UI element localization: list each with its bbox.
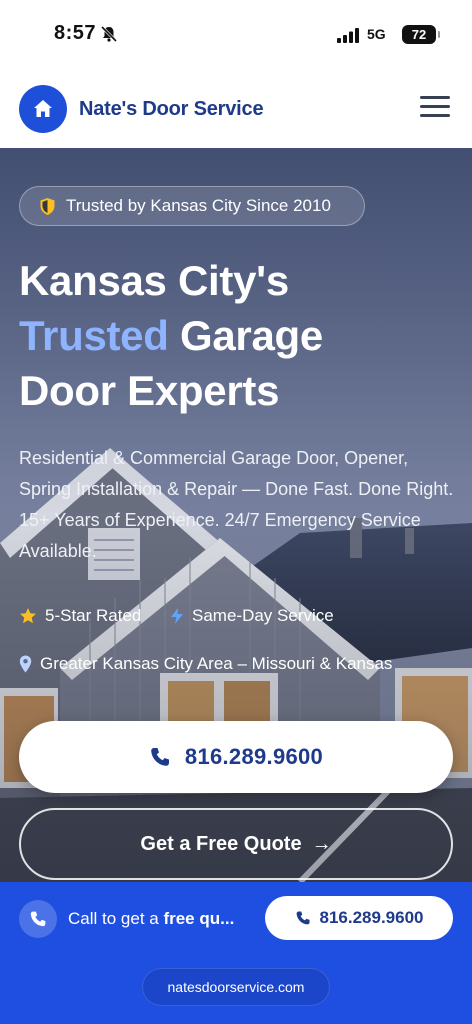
brand-name[interactable]: Nate's Door Service [79,98,264,121]
call-phone-button[interactable]: 816.289.9600 [19,721,453,793]
free-quote-label: Get a Free Quote [140,832,302,855]
logo[interactable] [19,85,67,133]
home-icon [34,100,52,117]
location-pin-icon [19,655,32,673]
sticky-call-text: Call to get a free qu... [68,909,234,929]
sticky-call-number: 816.289.9600 [319,908,424,927]
free-quote-button[interactable]: Get a Free Quote → [19,808,453,880]
star-icon [19,607,37,625]
sticky-text-bold: free qu... [163,909,235,928]
feature-rating: 5-Star Rated [19,606,141,626]
bell-muted-icon [100,25,118,43]
hero-headline: Kansas City's Trusted Garage Door Expert… [19,253,459,418]
feature-area: Greater Kansas City Area – Missouri & Ka… [19,654,392,674]
phone-icon [296,911,310,925]
shield-icon [40,197,55,215]
hero-section: Trusted by Kansas City Since 2010 Kansas… [0,148,472,882]
sticky-call-bar: Call to get a free qu... 816.289.9600 na… [0,882,472,1024]
feature-rating-label: 5-Star Rated [45,606,142,625]
trust-badge-label: Trusted by Kansas City Since 2010 [66,196,331,215]
feature-same-day: Same-Day Service [170,606,334,626]
headline-line2: Garage [168,312,323,359]
status-time: 8:57 [54,22,97,44]
status-bar: 8:57 5G 72 [0,0,472,70]
sticky-call-button[interactable]: 816.289.9600 [265,896,453,940]
headline-accent: Trusted [19,312,169,359]
network-label: 5G [367,26,386,42]
phone-icon [19,900,57,938]
signal-icon [337,28,359,43]
headline-line1: Kansas City's [19,257,289,304]
lightning-icon [170,607,184,625]
call-phone-number: 816.289.9600 [184,744,324,769]
trust-badge: Trusted by Kansas City Since 2010 [19,186,365,226]
headline-line3: Door Experts [19,367,280,414]
feature-same-day-label: Same-Day Service [192,606,334,625]
phone-icon [151,748,169,766]
hamburger-menu-icon[interactable] [420,96,450,122]
arrow-right-icon: → [311,832,332,855]
site-url-pill[interactable]: natesdoorservice.com [142,968,330,1006]
site-header: Nate's Door Service [0,70,472,148]
battery-indicator: 72 [402,25,440,44]
hero-subcopy: Residential & Commercial Garage Door, Op… [19,448,454,561]
feature-area-label: Greater Kansas City Area – Missouri & Ka… [40,654,393,673]
sticky-text-prefix: Call to get a [68,909,164,928]
